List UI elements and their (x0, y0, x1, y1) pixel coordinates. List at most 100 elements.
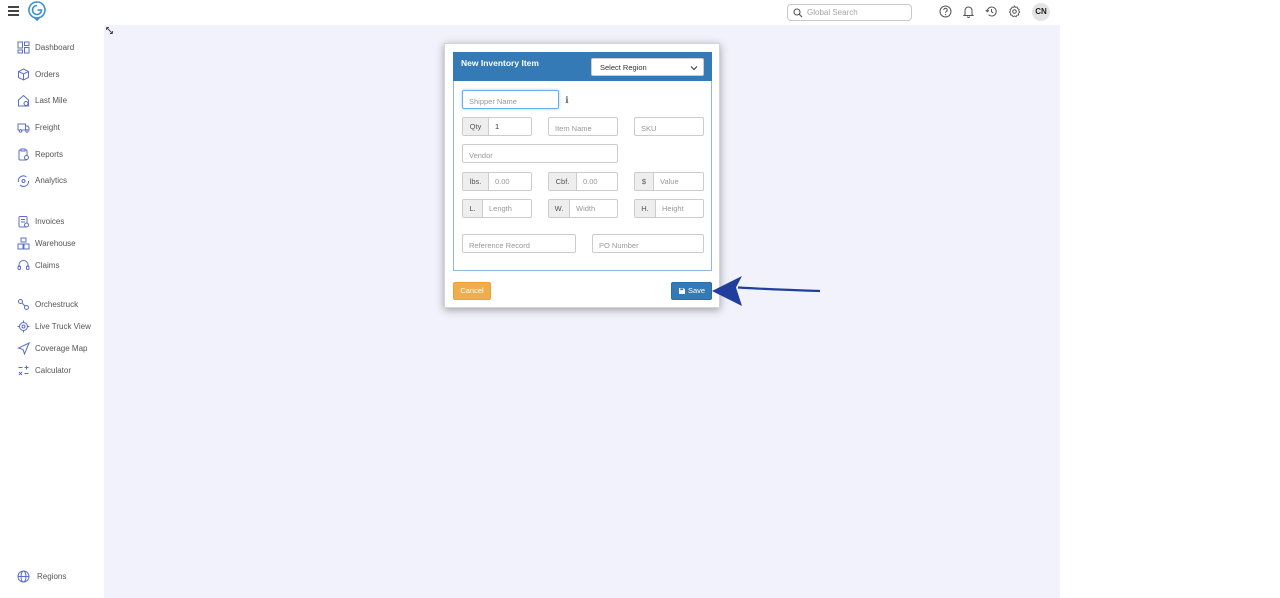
target-icon (17, 320, 30, 333)
height-input[interactable] (656, 200, 703, 217)
house-icon (18, 94, 29, 107)
sidebar-item-label: Invoices (35, 217, 65, 226)
dashboard-icon (17, 41, 30, 54)
qty-label: Qty (463, 118, 489, 135)
modal-title: New Inventory Item (461, 58, 539, 68)
value-field[interactable]: $ (634, 172, 704, 191)
item-name-input[interactable] (549, 120, 617, 137)
sidebar-item-last-mile[interactable]: Last Mile (0, 93, 104, 109)
top-bar: CN (0, 0, 1060, 25)
reference-record-field[interactable] (462, 234, 576, 254)
sidebar-item-label: Coverage Map (35, 344, 88, 353)
weight-field[interactable]: lbs. (462, 172, 532, 191)
invoice-icon (18, 216, 29, 228)
lbs-label: lbs. (463, 173, 489, 190)
cbf-label: Cbf. (549, 173, 577, 190)
sidebar-item-label: Claims (35, 261, 60, 270)
menu-icon[interactable] (8, 6, 19, 16)
shipper-name-input[interactable] (463, 93, 558, 110)
cubic-feet-field[interactable]: Cbf. (548, 172, 618, 191)
sidebar-item-reports[interactable]: Reports (0, 147, 104, 163)
sidebar-item-label: Live Truck View (35, 322, 91, 331)
sidebar-item-label: Last Mile (35, 96, 68, 105)
search-icon (793, 8, 803, 18)
reference-record-input[interactable] (463, 237, 575, 254)
sidebar-item-label: Reports (35, 150, 64, 159)
sidebar-item-label: Analytics (35, 176, 68, 185)
sidebar-item-label: Warehouse (35, 239, 76, 248)
value-input[interactable] (654, 173, 703, 190)
sidebar-item-invoices[interactable]: Invoices (0, 214, 104, 230)
sidebar-item-calculator[interactable]: Calculator (0, 363, 104, 379)
help-icon[interactable] (939, 5, 952, 18)
sidebar-item-warehouse[interactable]: Warehouse (0, 236, 104, 252)
width-input[interactable] (570, 200, 617, 217)
length-label: L. (463, 200, 483, 217)
avatar[interactable]: CN (1032, 3, 1050, 21)
sidebar-item-analytics[interactable]: Analytics (0, 173, 104, 189)
length-field[interactable]: L. (462, 199, 532, 218)
sidebar-item-regions[interactable]: Regions (0, 569, 104, 585)
weight-input[interactable] (489, 173, 531, 190)
warehouse-icon (17, 237, 30, 250)
region-select-value: Select Region (600, 63, 647, 72)
sidebar-item-label: Calculator (35, 366, 72, 375)
gear-icon[interactable] (1008, 5, 1021, 18)
sidebar-item-orders[interactable]: Orders (0, 67, 104, 83)
orchestruck-icon (18, 299, 29, 310)
sidebar-item-claims[interactable]: Claims (0, 258, 104, 274)
qty-input[interactable] (489, 118, 531, 135)
chevron-down-icon (690, 66, 698, 71)
info-icon[interactable]: ℹ (562, 94, 572, 106)
save-button[interactable]: Save (671, 282, 712, 300)
logo-icon[interactable] (28, 1, 46, 21)
search-input[interactable] (807, 5, 907, 20)
height-field[interactable]: H. (634, 199, 704, 218)
sidebar-item-freight[interactable]: Freight (0, 120, 104, 136)
width-field[interactable]: W. (548, 199, 618, 218)
save-button-label: Save (688, 286, 706, 295)
headset-icon (17, 260, 30, 270)
width-label: W. (549, 200, 570, 217)
item-name-field[interactable] (548, 117, 618, 137)
sku-field[interactable] (634, 117, 704, 137)
navigation-icon (17, 342, 30, 355)
vendor-field[interactable] (462, 144, 618, 164)
analytics-icon (17, 175, 29, 187)
cubic-feet-input[interactable] (577, 173, 617, 190)
po-number-field[interactable] (592, 234, 704, 254)
height-label: H. (635, 200, 656, 217)
new-inventory-modal: New Inventory Item Select Region ℹ Qty l… (444, 43, 720, 308)
sidebar-item-live-truck-view[interactable]: Live Truck View (0, 319, 104, 335)
shipper-name-field[interactable] (462, 90, 559, 110)
qty-field[interactable]: Qty (462, 117, 532, 136)
length-input[interactable] (483, 200, 531, 217)
history-icon[interactable] (985, 5, 998, 18)
dollar-label: $ (635, 173, 654, 190)
sidebar-item-label: Orders (35, 70, 60, 79)
sku-input[interactable] (635, 120, 703, 137)
sidebar-item-label: Freight (35, 123, 60, 132)
vendor-input[interactable] (463, 147, 617, 164)
save-icon (679, 288, 685, 294)
bell-icon[interactable] (962, 5, 975, 18)
sidebar-item-coverage-map[interactable]: Coverage Map (0, 341, 104, 357)
box-icon (18, 68, 29, 81)
globe-icon (17, 570, 30, 583)
modal-body: ℹ Qty lbs. Cbf. $ L. (453, 81, 712, 271)
expand-icon[interactable] (106, 27, 113, 34)
calculator-icon (18, 365, 29, 376)
report-icon (18, 148, 29, 161)
sidebar-item-label: Orchestruck (35, 300, 79, 309)
cancel-button[interactable]: Cancel (453, 282, 491, 300)
sidebar-item-label: Dashboard (35, 43, 75, 52)
sidebar-item-dashboard[interactable]: Dashboard (0, 40, 104, 56)
sidebar-item-orchestruck[interactable]: Orchestruck (0, 297, 104, 313)
sidebar: Dashboard Orders Last Mile Freight Repor… (0, 25, 104, 598)
truck-icon (17, 123, 30, 133)
po-number-input[interactable] (593, 237, 703, 254)
region-select[interactable]: Select Region (591, 58, 704, 76)
modal-header: New Inventory Item Select Region (453, 52, 712, 81)
global-search[interactable] (787, 4, 912, 21)
sidebar-item-label: Regions (37, 572, 67, 581)
